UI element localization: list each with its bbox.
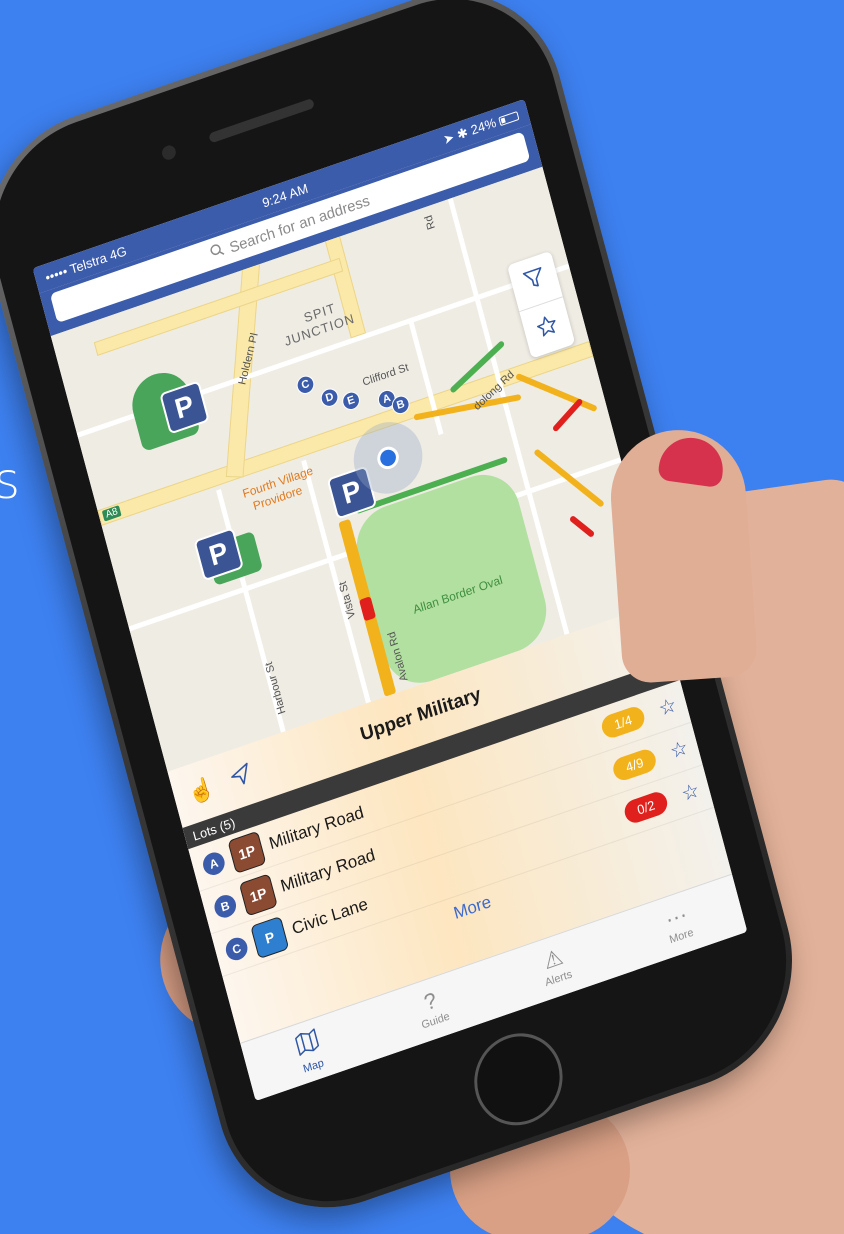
battery-icon <box>498 111 520 127</box>
street-label: Rd <box>422 213 438 232</box>
availability-segment <box>551 397 584 433</box>
map-icon <box>293 1027 323 1062</box>
alert-icon: ⚠ <box>540 943 566 975</box>
cropped-edge-text: s <box>0 452 21 510</box>
tab-label: Guide <box>420 1010 452 1032</box>
star-icon[interactable]: ☆ <box>656 692 679 722</box>
parking-type-icon: 1P <box>238 872 278 917</box>
lot-pin[interactable]: C <box>294 373 317 397</box>
location-arrow-icon: ➤ <box>441 129 456 148</box>
lot-pin[interactable]: D <box>318 386 341 410</box>
parking-type-icon: P <box>250 915 290 959</box>
availability-segment <box>568 514 596 539</box>
street-label: Clifford St <box>361 361 410 389</box>
front-camera <box>160 143 178 162</box>
lot-letter-badge: A <box>200 849 227 878</box>
filter-icon <box>521 264 549 297</box>
search-icon <box>209 241 227 263</box>
star-icon <box>534 311 562 344</box>
more-icon: ··· <box>662 900 690 933</box>
question-icon: ? <box>421 987 440 1016</box>
home-button[interactable] <box>464 1021 573 1138</box>
battery-percent: 24% <box>469 114 498 138</box>
lot-letter-badge: C <box>223 934 250 963</box>
availability-badge: 1/4 <box>599 703 647 741</box>
availability-badge: 0/2 <box>622 789 670 826</box>
parking-type-icon: 1P <box>227 830 267 874</box>
street-label: Harbour St <box>263 660 289 716</box>
star-icon[interactable]: ☆ <box>679 777 702 807</box>
availability-badge: 4/9 <box>610 746 659 784</box>
tab-label: Map <box>301 1056 326 1076</box>
lot-letter-badge: B <box>211 891 239 921</box>
bluetooth-icon: ✱ <box>455 124 470 143</box>
earpiece-speaker <box>208 97 315 144</box>
lot-pin[interactable]: E <box>340 389 362 413</box>
availability-segment <box>533 448 605 508</box>
availability-segment <box>515 372 598 413</box>
star-icon[interactable]: ☆ <box>667 735 691 765</box>
